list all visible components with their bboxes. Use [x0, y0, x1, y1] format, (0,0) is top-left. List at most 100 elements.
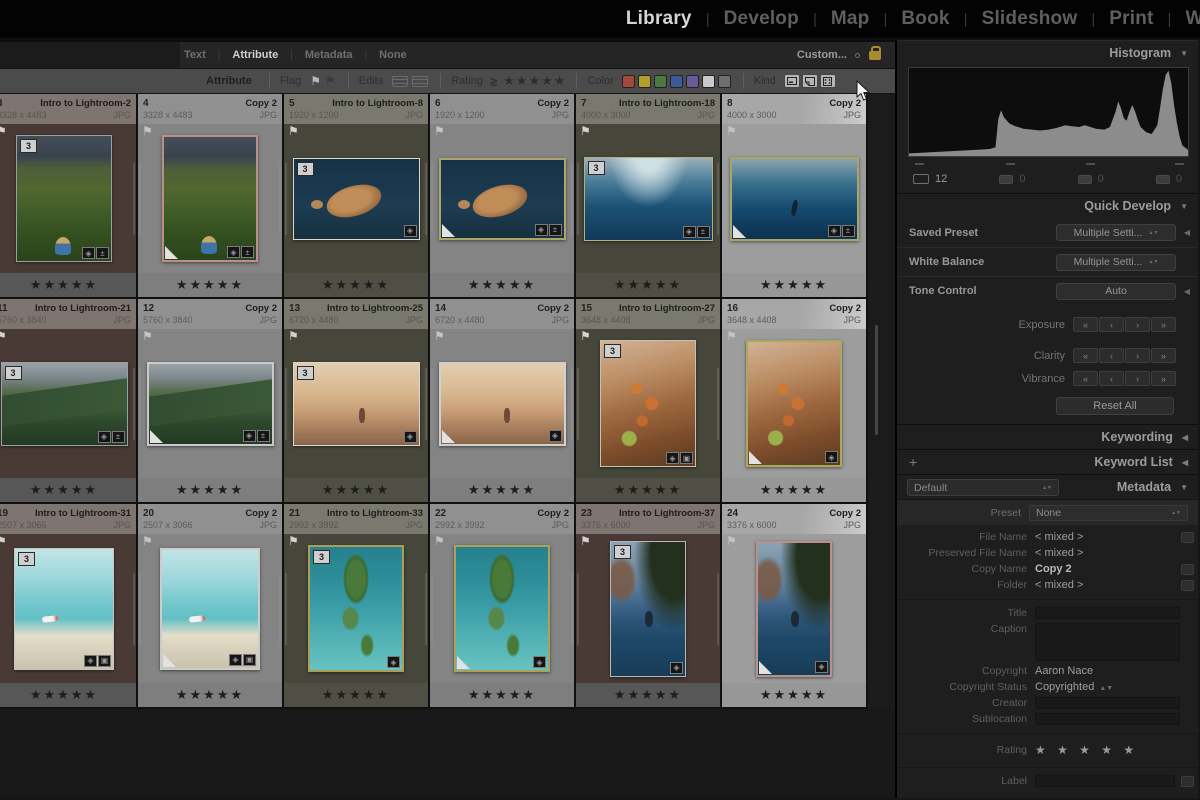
filter-lock-icon[interactable]: [869, 51, 881, 60]
keyword-badge-icon[interactable]: ◈: [828, 225, 841, 237]
grid-cell-photo-3[interactable]: 3Intro to Lightroom-23328 x 4483JPG⚑3◈±★…: [0, 94, 138, 299]
keyword-badge-icon[interactable]: ◈: [535, 224, 548, 236]
cell-rating-stars[interactable]: ★★★★★: [576, 683, 720, 707]
stack-count-badge[interactable]: 3: [604, 344, 621, 358]
photo-thumbnail[interactable]: 3◈±: [584, 157, 713, 241]
pick-flag-icon[interactable]: ⚑: [0, 534, 7, 548]
photo-thumbnail[interactable]: ◈±: [162, 135, 258, 262]
pick-flag-icon[interactable]: ⚑: [580, 124, 591, 138]
vibrance-big-plus-button[interactable]: »: [1151, 371, 1176, 386]
grid-cell-photo-8[interactable]: 8Copy 24000 x 3000JPG⚑◈±★★★★★: [722, 94, 868, 299]
keyword-badge-icon[interactable]: ◈: [404, 431, 417, 443]
color-swatch-blue[interactable]: [670, 75, 683, 88]
cell-rating-stars[interactable]: ★★★★★: [0, 273, 136, 297]
chevron-left-icon[interactable]: ◀: [1176, 228, 1190, 237]
clarity-plus-button[interactable]: ›: [1125, 348, 1150, 363]
cell-rating-stars[interactable]: ★★★★★: [138, 478, 282, 502]
add-keyword-button[interactable]: +: [909, 454, 917, 470]
photo-thumbnail[interactable]: 3 ◈±: [16, 135, 112, 262]
grid-cell-photo-12[interactable]: 12Copy 25760 x 3840JPG⚑◈±★★★★★: [138, 299, 284, 504]
cell-rating-stars[interactable]: ★★★★★: [430, 478, 574, 502]
grid-cell-photo-22[interactable]: 22Copy 22992 x 3992JPG⚑◈★★★★★: [430, 504, 576, 709]
exposure-minus-button[interactable]: ‹: [1099, 317, 1124, 332]
copy-badge-icon[interactable]: ▣: [243, 654, 256, 666]
clarity-minus-button[interactable]: ‹: [1099, 348, 1124, 363]
vibrance-minus-button[interactable]: ‹: [1099, 371, 1124, 386]
copy-name-action-button[interactable]: [1181, 564, 1194, 575]
grid-cell-photo-23[interactable]: 23Intro to Lightroom-373376 x 6000JPG⚑3◈…: [576, 504, 722, 709]
pick-flag-icon[interactable]: ⚑: [0, 124, 7, 138]
cell-rating-stars[interactable]: ★★★★★: [576, 273, 720, 297]
develop-badge-icon[interactable]: ±: [697, 226, 710, 238]
develop-badge-icon[interactable]: ±: [241, 246, 254, 258]
keyword-badge-icon[interactable]: ◈: [84, 655, 97, 667]
label-input[interactable]: [1035, 775, 1175, 787]
color-swatch-purple[interactable]: [686, 75, 699, 88]
metadata-view-dropdown[interactable]: Default▲▼: [907, 479, 1059, 496]
color-swatch-yellow[interactable]: [638, 75, 651, 88]
stack-count-badge[interactable]: 3: [18, 552, 35, 566]
develop-badge-icon[interactable]: ±: [842, 225, 855, 237]
grid-cell-photo-13[interactable]: 13Intro to Lightroom-256720 x 4480JPG⚑3◈…: [284, 299, 430, 504]
white-balance-dropdown[interactable]: Multiple Setti...▲▼: [1056, 254, 1176, 271]
cell-rating-stars[interactable]: ★★★★★: [430, 273, 574, 297]
filter-tab-none[interactable]: None: [375, 49, 411, 61]
pick-flag-icon[interactable]: ⚑: [142, 329, 153, 343]
metadata-panel-header[interactable]: Default▲▼ Metadata ▼: [897, 474, 1198, 499]
clarity-big-minus-button[interactable]: «: [1073, 348, 1098, 363]
rating-filter-stars[interactable]: ★★★★★: [503, 73, 566, 89]
develop-badge-icon[interactable]: ±: [257, 430, 270, 442]
reset-all-button[interactable]: Reset All: [1056, 397, 1174, 415]
cell-rating-stars[interactable]: ★★★★★: [430, 683, 574, 707]
stack-count-badge[interactable]: 3: [20, 139, 37, 153]
cell-rating-stars[interactable]: ★★★★★: [0, 683, 136, 707]
copy-badge-icon[interactable]: ▣: [680, 452, 693, 464]
grid-cell-photo-5[interactable]: 5Intro to Lightroom-81920 x 1200JPG⚑3◈★★…: [284, 94, 430, 299]
module-develop[interactable]: Develop: [724, 8, 799, 30]
keyword-badge-icon[interactable]: ◈: [229, 654, 242, 666]
keyword-badge-icon[interactable]: ◈: [815, 661, 828, 673]
copy-badge-icon[interactable]: ▣: [98, 655, 111, 667]
photo-thumbnail[interactable]: 3◈±: [1, 362, 128, 446]
cell-rating-stars[interactable]: ★★★★★: [576, 478, 720, 502]
develop-badge-icon[interactable]: ±: [96, 247, 109, 259]
grid-cell-photo-20[interactable]: 20Copy 22507 x 3066JPG⚑◈▣★★★★★: [138, 504, 284, 709]
photo-thumbnail[interactable]: ◈: [746, 340, 842, 467]
grid-cell-photo-19[interactable]: 19Intro to Lightroom-312507 x 3066JPG⚑3◈…: [0, 504, 138, 709]
pick-flag-icon[interactable]: ⚑: [288, 124, 299, 138]
grid-scrollbar[interactable]: [875, 325, 878, 435]
pick-flag-icon[interactable]: ⚑: [0, 329, 7, 343]
cell-rating-stars[interactable]: ★★★★★: [138, 273, 282, 297]
file-name-action-button[interactable]: [1181, 532, 1194, 543]
cell-rating-stars[interactable]: ★★★★★: [138, 683, 282, 707]
pick-flag-icon[interactable]: ⚑: [434, 329, 445, 343]
unedited-filter-icon[interactable]: [412, 76, 428, 87]
photo-thumbnail[interactable]: ◈±: [147, 362, 274, 446]
grid-cell-photo-21[interactable]: 21Intro to Lightroom-332992 x 3992JPG⚑3◈…: [284, 504, 430, 709]
pick-flag-icon[interactable]: ⚑: [288, 534, 299, 548]
color-swatch-green[interactable]: [654, 75, 667, 88]
stack-count-badge[interactable]: 3: [588, 161, 605, 175]
photo-thumbnail[interactable]: 3◈: [293, 158, 420, 240]
rating-operator[interactable]: ≥: [490, 74, 497, 89]
auto-tone-button[interactable]: Auto: [1056, 283, 1176, 300]
filter-tab-attribute[interactable]: Attribute: [228, 49, 282, 61]
histogram-panel-header[interactable]: Histogram ▼: [897, 40, 1198, 65]
keyword-list-panel-header[interactable]: + Keyword List ◀: [897, 449, 1198, 474]
edited-filter-icon[interactable]: [392, 76, 408, 87]
cell-rating-stars[interactable]: ★★★★★: [284, 683, 428, 707]
keyword-badge-icon[interactable]: ◈: [82, 247, 95, 259]
reject-flag-filter-icon[interactable]: ⚑: [325, 74, 336, 88]
cell-rating-stars[interactable]: ★★★★★: [722, 478, 866, 502]
filter-tab-metadata[interactable]: Metadata: [301, 49, 357, 61]
pick-flag-icon[interactable]: ⚑: [142, 534, 153, 548]
color-swatch-red[interactable]: [622, 75, 635, 88]
exposure-big-plus-button[interactable]: »: [1151, 317, 1176, 332]
photo-thumbnail[interactable]: 3◈▣: [600, 340, 696, 467]
photo-thumbnail[interactable]: 3◈: [308, 545, 404, 672]
saved-preset-dropdown[interactable]: Multiple Setti...▲▼: [1056, 224, 1176, 241]
filter-tab-text[interactable]: Text: [180, 49, 210, 61]
copyright-value[interactable]: Aaron Nace: [1035, 665, 1194, 677]
keyword-badge-icon[interactable]: ◈: [825, 451, 838, 463]
grid-cell-photo-14[interactable]: 14Copy 26720 x 4480JPG⚑◈★★★★★: [430, 299, 576, 504]
